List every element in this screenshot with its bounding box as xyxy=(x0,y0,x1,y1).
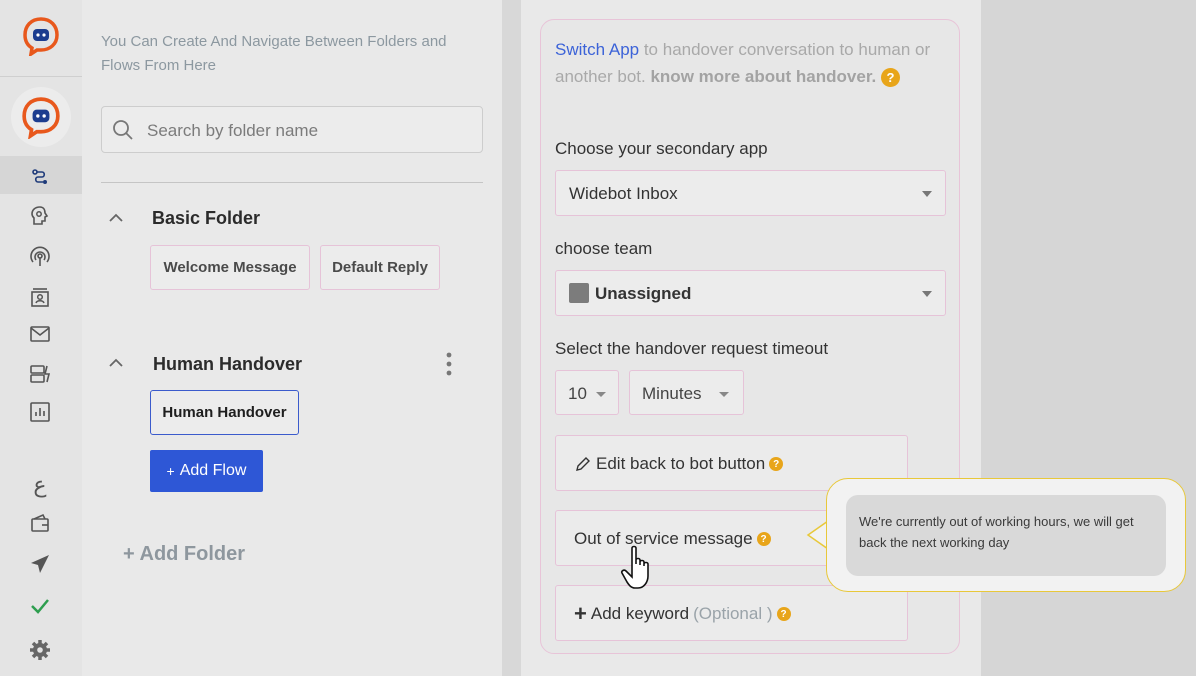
bot-avatar-icon xyxy=(22,97,60,139)
broadcast-icon[interactable] xyxy=(28,245,52,269)
mail-icon[interactable] xyxy=(28,322,52,346)
out-of-service-label: Out of service message xyxy=(574,529,753,548)
wallet-icon[interactable] xyxy=(28,511,52,535)
caret-down-icon xyxy=(922,291,932,297)
contacts-icon[interactable] xyxy=(28,285,52,309)
pencil-icon xyxy=(576,457,590,471)
folder-search-input[interactable]: Search by folder name xyxy=(101,106,483,153)
icon-rail: ع xyxy=(0,0,82,676)
flow-chip-default-reply[interactable]: Default Reply xyxy=(320,245,440,290)
tooltip-message: We're currently out of working hours, we… xyxy=(859,514,1134,550)
timeout-value: 10 xyxy=(568,384,587,403)
team-value: Unassigned xyxy=(595,284,692,303)
rail-divider xyxy=(0,76,82,77)
add-keyword-button[interactable]: + Add keyword (Optional ) ? xyxy=(555,585,908,641)
flow-chip-welcome-message[interactable]: Welcome Message xyxy=(150,245,310,290)
widebot-logo-icon[interactable] xyxy=(22,16,60,56)
edit-back-to-bot-label: Edit back to bot button xyxy=(596,454,766,473)
caret-down-icon xyxy=(922,191,932,197)
handover-description: Switch App to handover conversation to h… xyxy=(555,36,935,90)
know-more-link[interactable]: know more about handover. xyxy=(650,67,876,86)
panel-gutter xyxy=(502,0,521,676)
chevron-up-icon[interactable] xyxy=(108,211,124,223)
edit-back-to-bot-content: Edit back to bot button ? xyxy=(574,454,784,474)
secondary-app-value: Widebot Inbox xyxy=(569,184,678,203)
folder-title-basic[interactable]: Basic Folder xyxy=(152,208,260,229)
secondary-app-label: Choose your secondary app xyxy=(555,139,768,158)
timeout-label: Select the handover request timeout xyxy=(555,339,829,358)
team-select[interactable]: Unassigned xyxy=(555,270,946,316)
automation-icon[interactable] xyxy=(28,362,52,386)
secondary-app-select[interactable]: Widebot Inbox xyxy=(555,170,946,216)
hand-cursor-icon xyxy=(621,545,649,589)
settings-icon[interactable] xyxy=(28,638,52,662)
flow-icon[interactable] xyxy=(28,166,52,190)
flow-chip-human-handover[interactable]: Human Handover xyxy=(150,390,299,435)
out-of-service-tooltip: We're currently out of working hours, we… xyxy=(826,478,1186,592)
folders-intro-text: You Can Create And Navigate Between Fold… xyxy=(101,33,447,74)
add-keyword-label: Add keyword xyxy=(590,604,690,623)
folders-panel: You Can Create And Navigate Between Fold… xyxy=(82,0,502,676)
plus-icon: + xyxy=(166,463,175,479)
team-label: choose team xyxy=(555,239,653,258)
caret-down-icon xyxy=(719,392,729,397)
bot-avatar[interactable] xyxy=(11,87,71,147)
optional-label: (Optional ) xyxy=(693,604,773,623)
search-placeholder: Search by folder name xyxy=(147,121,319,140)
team-color-swatch xyxy=(569,283,589,303)
analytics-icon[interactable] xyxy=(28,400,52,424)
add-keyword-content: + Add keyword (Optional ) ? xyxy=(574,601,791,626)
timeout-unit-select[interactable]: Minutes xyxy=(629,370,744,415)
search-icon xyxy=(113,120,133,140)
caret-down-icon xyxy=(596,392,606,397)
help-icon[interactable]: ? xyxy=(756,532,771,546)
help-icon[interactable]: ? xyxy=(880,68,900,88)
switch-app-link[interactable]: Switch App xyxy=(555,40,639,59)
tooltip-message-bubble: We're currently out of working hours, we… xyxy=(846,495,1166,576)
more-options-icon[interactable] xyxy=(446,352,452,376)
chevron-up-icon[interactable] xyxy=(108,356,124,368)
add-flow-button[interactable]: + Add Flow xyxy=(150,450,263,492)
timeout-value-select[interactable]: 10 xyxy=(555,370,619,415)
timeout-unit: Minutes xyxy=(642,384,702,403)
folder-title-human-handover[interactable]: Human Handover xyxy=(153,354,302,375)
out-of-service-content: Out of service message ? xyxy=(574,529,771,549)
check-icon[interactable] xyxy=(28,594,52,618)
team-value-wrap: Unassigned xyxy=(569,283,691,304)
help-icon[interactable]: ? xyxy=(769,457,784,471)
language-icon[interactable]: ع xyxy=(27,472,53,498)
folders-divider xyxy=(101,182,483,183)
ai-brain-icon[interactable] xyxy=(28,204,52,228)
add-folder-button[interactable]: + Add Folder xyxy=(123,543,245,566)
help-icon[interactable]: ? xyxy=(776,607,791,621)
send-icon[interactable] xyxy=(28,552,52,576)
add-flow-label: Add Flow xyxy=(179,462,247,479)
plus-icon: + xyxy=(574,601,587,626)
